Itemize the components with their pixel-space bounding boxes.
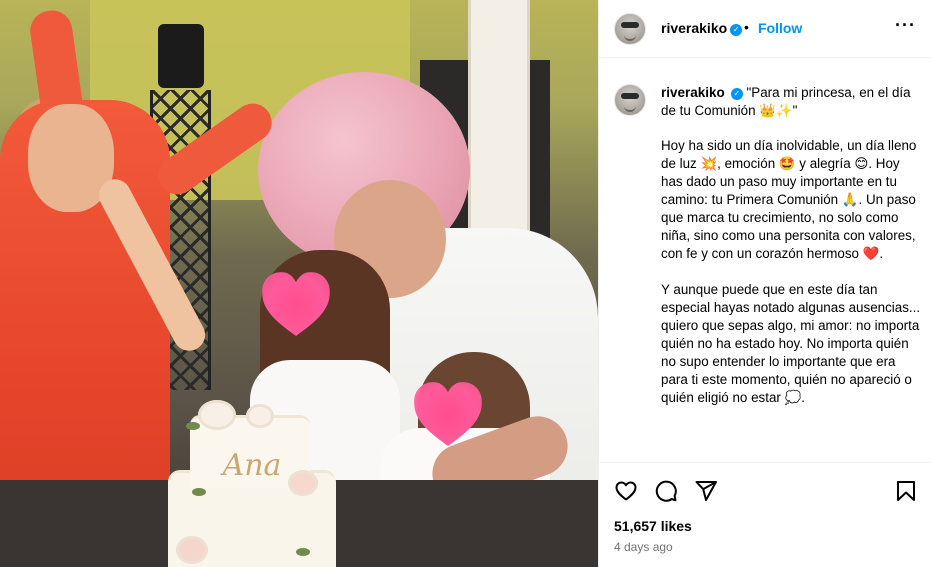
share-icon[interactable] [694,479,718,503]
more-horizontal-icon[interactable]: ··· [895,16,916,34]
separator-dot: • [744,19,749,35]
caption-paragraph: Hoy ha sido un día inolvidable, un día l… [661,138,917,261]
caption-first-line: riverakiko ✓ "Para mi princesa, en el día… [661,84,923,120]
background-column [468,0,530,250]
username-link[interactable]: riverakiko [661,20,727,36]
cake-flower [288,470,318,496]
avatar[interactable] [614,13,646,45]
cake-leaf [192,488,206,496]
cake-leaf [296,548,310,556]
post-date[interactable]: 4 days ago [614,540,673,554]
stage-light [158,24,204,88]
cake-flower [246,404,274,428]
caption-avatar[interactable] [614,84,646,116]
post-actions: 51,657 likes 4 days ago [599,462,932,567]
verified-badge-icon: ✓ [730,88,743,100]
cake-flower [176,536,208,564]
header-username[interactable]: riverakiko ✓ [661,20,743,38]
post-photo[interactable]: Ana [0,0,598,567]
post-header: riverakiko ✓ • Follow ··· [599,0,932,58]
heart-icon[interactable] [614,479,638,503]
cake-topper-text: Ana [222,448,282,483]
bookmark-icon[interactable] [894,479,918,503]
comment-icon[interactable] [654,479,678,503]
likes-count[interactable]: 51,657 likes [614,518,692,534]
follow-button[interactable]: Follow [758,20,802,36]
caption-paragraph: Y aunque puede que en este día tan espec… [661,282,921,405]
post-caption: riverakiko ✓ "Para mi princesa, en el día… [661,84,923,425]
caption-username-link[interactable]: riverakiko [661,85,725,100]
cake-leaf [186,422,200,430]
cake-flower [198,400,236,430]
verified-badge-icon: ✓ [730,24,743,36]
post-side-panel: riverakiko ✓ • Follow ··· riverakiko ✓ "Pa… [598,0,932,567]
